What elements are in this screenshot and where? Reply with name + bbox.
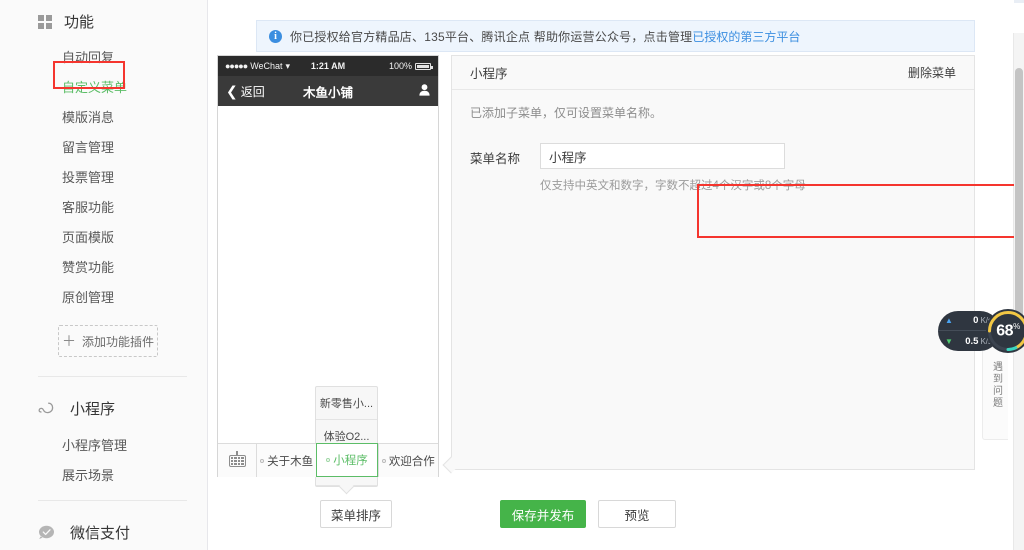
menu-tab-cooperation[interactable]: 欢迎合作 bbox=[377, 444, 438, 477]
sidebar-item-vote-management[interactable]: 投票管理 bbox=[0, 163, 207, 193]
network-speed-widget[interactable]: ▲ 0 K/s ▼ 0.5 K/s 68% bbox=[938, 309, 1024, 353]
menu-name-field-col: 仅支持中英文和数字，字数不超过4个汉字或8个字母 bbox=[540, 143, 974, 193]
sidebar-item-label: 留言管理 bbox=[62, 140, 115, 155]
menu-name-label: 菜单名称 bbox=[470, 152, 521, 166]
back-label: 返回 bbox=[240, 84, 265, 99]
authorization-notice-banner: i 你已授权给官方精品店、135平台、腾讯企点 帮助你运营公众号，点击管理 已授… bbox=[256, 20, 975, 52]
sidebar-item-reward-function[interactable]: 赞赏功能 bbox=[0, 253, 207, 283]
dot-icon bbox=[381, 458, 386, 463]
notice-text: 你已授权给官方精品店、135平台、腾讯企点 帮助你运营公众号，点击管理 bbox=[290, 29, 693, 44]
sidebar-item-comment-management[interactable]: 留言管理 bbox=[0, 133, 207, 163]
keyboard-icon bbox=[228, 450, 246, 467]
battery-icon bbox=[415, 62, 433, 70]
sidebar-section-header-function: 功能 bbox=[0, 0, 207, 43]
panel-title: 小程序 bbox=[470, 67, 508, 81]
sidebar-item-label: 自动回复 bbox=[62, 50, 115, 65]
add-plugin-label: 添加功能插件 bbox=[81, 334, 154, 349]
arrow-up-icon: ▲ bbox=[945, 316, 953, 325]
delete-menu-button[interactable]: 删除菜单 bbox=[908, 64, 956, 81]
sidebar-section-title: 功能 bbox=[64, 14, 95, 31]
gauge-value: 68% bbox=[996, 321, 1020, 340]
panel-pointer-arrow bbox=[442, 456, 460, 474]
back-button[interactable]: ❮ 返回 bbox=[226, 83, 265, 100]
arrow-down-icon: ▼ bbox=[945, 336, 953, 346]
sidebar-section-title: 小程序 bbox=[70, 401, 116, 418]
sidebar-section-miniprogram[interactable]: 小程序 bbox=[0, 386, 207, 431]
preview-button[interactable]: 预览 bbox=[598, 500, 676, 528]
vertical-scrollbar-thumb[interactable] bbox=[1015, 68, 1023, 324]
sidebar-item-template-message[interactable]: 模版消息 bbox=[0, 103, 207, 133]
sidebar-item-label: 微信支付 bbox=[70, 525, 131, 542]
person-icon[interactable] bbox=[419, 83, 430, 99]
keyboard-toggle-button[interactable] bbox=[218, 444, 256, 477]
page-root: 功能 自动回复 自定义菜单 模版消息 留言管理 投票管理 客服功能 页面模版 赞… bbox=[0, 0, 1024, 550]
cpu-usage-gauge: 68% bbox=[986, 309, 1024, 353]
action-button-row: 菜单排序 保存并发布 预览 bbox=[208, 500, 1014, 530]
sidebar-item-label: 原创管理 bbox=[62, 290, 115, 305]
sidebar-item-original-management[interactable]: 原创管理 bbox=[0, 283, 207, 313]
sidebar-item-miniprogram-management[interactable]: 小程序管理 bbox=[0, 431, 207, 461]
dot-icon bbox=[326, 458, 331, 462]
status-clock: 1:21 AM bbox=[310, 61, 346, 71]
menu-settings-panel: 小程序 删除菜单 已添加子菜单，仅可设置菜单名称。 菜单名称 仅支持中英文和数字… bbox=[442, 55, 1014, 474]
miniprogram-icon bbox=[38, 401, 60, 416]
vertical-scrollbar-track[interactable] bbox=[1013, 33, 1024, 550]
sidebar-item-label: 展示场景 bbox=[62, 468, 115, 483]
submenu-item[interactable]: 新零售小... bbox=[316, 387, 377, 420]
add-plugin-button[interactable]: ＋ 添加功能插件 bbox=[58, 325, 158, 357]
menu-tab-label: 关于木鱼 bbox=[267, 455, 314, 468]
sidebar-item-label: 页面模版 bbox=[62, 230, 115, 245]
plus-icon: ＋ bbox=[61, 333, 76, 349]
phone-preview: ●●●●● WeChat ▾ 1:21 AM 100% ❮ 返回 木鱼小铺 新零… bbox=[217, 55, 439, 495]
phone-body: 新零售小... 体验O2... ＋ 关于木鱼 bbox=[218, 106, 438, 495]
sidebar-item-label: 客服功能 bbox=[62, 200, 115, 215]
sidebar-item-label: 模版消息 bbox=[62, 110, 115, 125]
download-speed-value: 0.5 bbox=[965, 335, 979, 347]
phone-status-bar: ●●●●● WeChat ▾ 1:21 AM 100% bbox=[218, 56, 438, 76]
feedback-side-tab-label: 遇到问题 bbox=[990, 361, 1002, 409]
menu-tab-label: 欢迎合作 bbox=[388, 455, 435, 468]
sidebar-divider bbox=[38, 500, 187, 501]
sidebar-item-page-template[interactable]: 页面模版 bbox=[0, 223, 207, 253]
wechat-pay-icon bbox=[38, 525, 60, 540]
menu-name-field-row: 菜单名称 仅支持中英文和数字，字数不超过4个汉字或8个字母 bbox=[452, 121, 974, 193]
panel-description: 已添加子菜单，仅可设置菜单名称。 bbox=[470, 106, 663, 120]
notice-link[interactable]: 已授权的第三方平台 bbox=[692, 28, 800, 45]
sidebar: 功能 自动回复 自定义菜单 模版消息 留言管理 投票管理 客服功能 页面模版 赞… bbox=[0, 0, 208, 550]
sidebar-item-label: 小程序管理 bbox=[62, 438, 128, 453]
menu-tab-miniprogram[interactable]: 小程序 bbox=[316, 443, 378, 477]
add-plugin-wrap: ＋ 添加功能插件 bbox=[0, 313, 207, 367]
menu-name-input[interactable] bbox=[540, 143, 785, 169]
menu-tab-label: 小程序 bbox=[333, 455, 368, 467]
panel-header: 小程序 删除菜单 bbox=[452, 56, 974, 90]
sidebar-item-auto-reply[interactable]: 自动回复 bbox=[0, 43, 207, 73]
gauge-unit: % bbox=[1013, 321, 1020, 331]
main-content: i 你已授权给官方精品店、135平台、腾讯企点 帮助你运营公众号，点击管理 已授… bbox=[208, 0, 1014, 550]
chevron-left-icon: ❮ bbox=[226, 83, 238, 99]
upload-speed-value: 0 bbox=[973, 315, 979, 326]
dot-icon bbox=[260, 458, 265, 463]
sidebar-item-label: 赞赏功能 bbox=[62, 260, 115, 275]
sidebar-divider bbox=[38, 376, 187, 377]
sidebar-item-customer-service[interactable]: 客服功能 bbox=[0, 193, 207, 223]
sidebar-item-display-scene[interactable]: 展示场景 bbox=[0, 461, 207, 491]
sidebar-item-custom-menu[interactable]: 自定义菜单 bbox=[0, 73, 207, 103]
menu-name-hint: 仅支持中英文和数字，字数不超过4个汉字或8个字母 bbox=[540, 180, 806, 192]
grid-icon bbox=[38, 14, 52, 29]
menu-tab-about[interactable]: 关于木鱼 bbox=[256, 444, 316, 477]
sidebar-item-wechat-pay[interactable]: 微信支付 bbox=[0, 510, 207, 550]
phone-nav-bar: ❮ 返回 木鱼小铺 bbox=[218, 76, 438, 106]
sidebar-item-label: 投票管理 bbox=[62, 170, 115, 185]
save-and-publish-button[interactable]: 保存并发布 bbox=[500, 500, 586, 528]
sort-menu-button[interactable]: 菜单排序 bbox=[320, 500, 392, 528]
phone-menu-bar: 关于木鱼 小程序 欢迎合作 bbox=[218, 443, 438, 477]
sidebar-item-label: 自定义菜单 bbox=[62, 80, 128, 95]
info-icon: i bbox=[269, 29, 282, 43]
